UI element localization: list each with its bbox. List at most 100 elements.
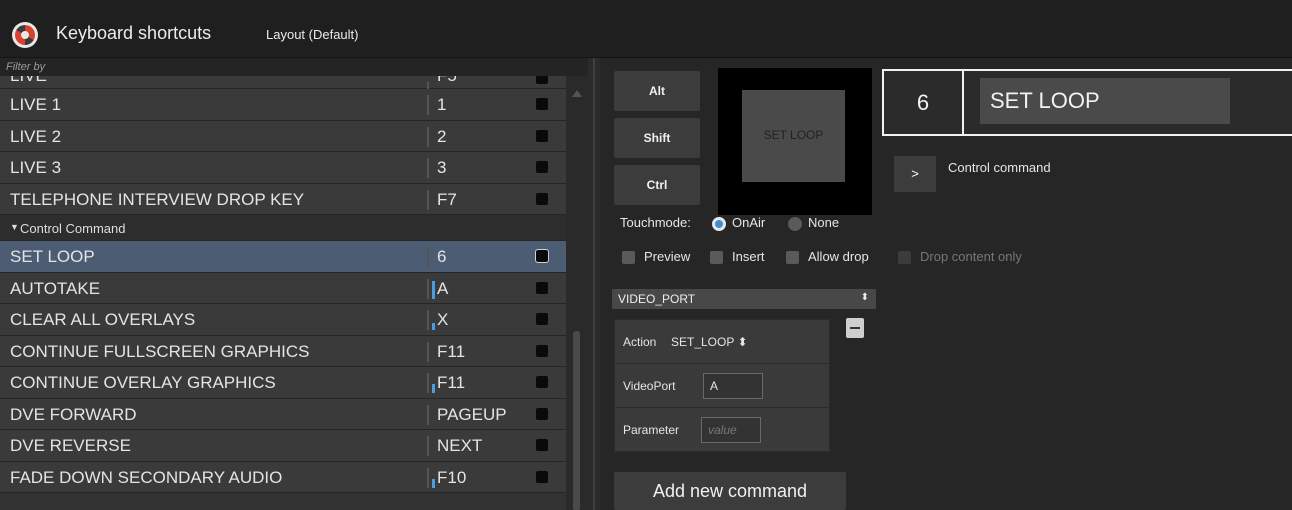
expand-arrow-icon[interactable]: ▼ [10,222,19,232]
shortcut-enabled-checkbox[interactable] [536,344,548,357]
shortcut-enabled-checkbox[interactable] [535,249,549,263]
section-header[interactable]: ▼ Control Command [0,215,566,241]
shortcut-preview: SET LOOP [718,68,872,215]
allow-drop-checkbox[interactable] [786,251,799,264]
section-label: Control Command [20,221,126,236]
shortcut-row[interactable]: LIVE 3 3 [0,152,566,184]
insert-checkbox-label[interactable]: Insert [732,249,765,264]
shortcut-row[interactable]: AUTOTAKE A [0,272,566,304]
shortcut-row[interactable]: LIVE 2 2 [0,120,566,152]
column-separator [427,310,429,330]
shortcut-key: F10 [437,467,467,487]
videoport-label: VideoPort [623,379,676,393]
shortcut-editor-panel: Alt Shift Ctrl SET LOOP 6 SET LOOP > Con… [600,58,1292,510]
column-separator [427,373,429,393]
key-display: 6 SET LOOP [882,69,1292,136]
shortcut-enabled-checkbox[interactable] [536,313,548,325]
shortcut-enabled-checkbox[interactable] [536,407,548,420]
shortcut-key: 3 [437,158,447,177]
shortcut-row[interactable]: LIVE 1 1 [0,89,566,121]
preview-label: SET LOOP [763,128,824,142]
parameter-label: Parameter [623,423,680,437]
app-logo-icon [12,22,38,48]
shortcut-name: DVE REVERSE [10,436,131,455]
shortcut-row[interactable]: SET LOOP 6 [0,241,566,273]
column-separator [427,404,429,425]
command-name: SET LOOP [990,88,1100,113]
usage-level-bar [432,384,435,393]
column-separator [427,341,429,362]
shortcut-key: 1 [437,95,447,114]
insert-checkbox[interactable] [710,251,723,264]
shortcut-key: X [437,310,449,329]
shortcut-row[interactable]: FADE DOWN SECONDARY AUDIO F10 [0,461,566,493]
shortcut-list: LIVE F5 LIVE 1 1 LIVE 2 2 LIVE 3 3 TELEPHONE INT… [0,76,566,510]
scroll-thumb[interactable] [573,331,580,510]
videoport-row: VideoPort A [615,364,831,408]
alt-modifier-button[interactable]: Alt [614,71,700,111]
shortcut-key: PAGEUP [437,404,507,424]
drop-content-only-label: Drop content only [920,249,1022,264]
usage-level-bar [432,478,435,488]
list-scrollbar[interactable] [566,76,588,510]
preview-checkbox-label[interactable]: Preview [644,249,690,264]
preview-checkbox[interactable] [622,251,635,264]
add-new-command-button[interactable]: Add new command [614,472,846,510]
command-name-box[interactable]: SET LOOP [980,78,1230,124]
column-separator [427,158,429,178]
touchmode-onair-radio[interactable] [712,217,726,231]
shortcut-key: A [437,278,449,298]
keyboard-shortcuts-window: Keyboard shortcuts Layout (Default) LIVE… [0,0,1292,510]
touchmode-onair-label[interactable]: OnAir [732,215,765,230]
shortcut-enabled-checkbox[interactable] [536,192,548,205]
ctrl-modifier-button[interactable]: Ctrl [614,165,700,205]
shortcut-list-panel: LIVE F5 LIVE 1 1 LIVE 2 2 LIVE 3 3 TELEPHONE INT… [0,58,588,510]
shortcut-row[interactable]: CONTINUE OVERLAY GRAPHICS F11 [0,367,566,399]
shortcut-key: F11 [437,373,466,392]
select-arrows-icon: ⬍ [860,292,869,303]
assigned-key: 6 [884,71,964,134]
column-separator [427,126,429,147]
shortcut-name: CONTINUE OVERLAY GRAPHICS [10,373,276,392]
touchmode-none-label[interactable]: None [808,215,839,230]
command-select-value: VIDEO_PORT [618,292,696,306]
shortcut-enabled-checkbox[interactable] [536,98,548,110]
shortcut-enabled-checkbox[interactable] [536,76,548,84]
allow-drop-checkbox-label[interactable]: Allow drop [808,249,869,264]
column-separator [427,278,429,299]
shortcut-enabled-checkbox[interactable] [536,129,548,142]
shortcut-name: CONTINUE FULLSCREEN GRAPHICS [10,341,310,361]
shortcut-name: LIVE 1 [10,95,62,114]
parameter-input[interactable]: value [701,417,761,443]
shortcut-enabled-checkbox[interactable] [536,161,548,173]
command-type-label: Control command [948,160,1051,175]
layout-label[interactable]: Layout (Default) [266,27,359,42]
column-separator [427,95,429,115]
shortcut-row[interactable]: DVE FORWARD PAGEUP [0,398,566,430]
shift-modifier-button[interactable]: Shift [614,118,700,158]
touchmode-none-radio[interactable] [788,217,802,231]
shortcut-name: CLEAR ALL OVERLAYS [10,310,196,329]
command-type-button[interactable]: > [894,156,936,192]
shortcut-row[interactable]: TELEPHONE INTERVIEW DROP KEY F7 [0,183,566,215]
shortcut-enabled-checkbox[interactable] [536,470,548,483]
command-select[interactable]: VIDEO_PORT ⬍ [612,289,876,309]
shortcut-name: SET LOOP [10,247,95,266]
shortcut-row[interactable]: CONTINUE FULLSCREEN GRAPHICS F11 [0,335,566,367]
remove-command-button[interactable] [846,318,864,338]
shortcut-row[interactable]: DVE REVERSE NEXT [0,430,566,462]
shortcut-row[interactable]: LIVE F5 [0,76,566,102]
filter-input[interactable] [6,60,566,74]
column-separator [427,436,429,456]
videoport-input[interactable]: A [703,373,763,399]
touchmode-label: Touchmode: [620,215,691,230]
scroll-up-arrow-icon[interactable] [572,90,582,97]
shortcut-enabled-checkbox[interactable] [536,439,548,451]
panel-splitter[interactable] [588,58,600,510]
shortcut-enabled-checkbox[interactable] [536,376,548,388]
usage-level-bar [432,323,435,330]
shortcut-row[interactable]: CLEAR ALL OVERLAYS X [0,304,566,336]
action-select[interactable]: SET_LOOP ⬍ [671,335,748,349]
shortcut-enabled-checkbox[interactable] [536,281,548,294]
shortcut-name: LIVE 2 [10,126,62,146]
